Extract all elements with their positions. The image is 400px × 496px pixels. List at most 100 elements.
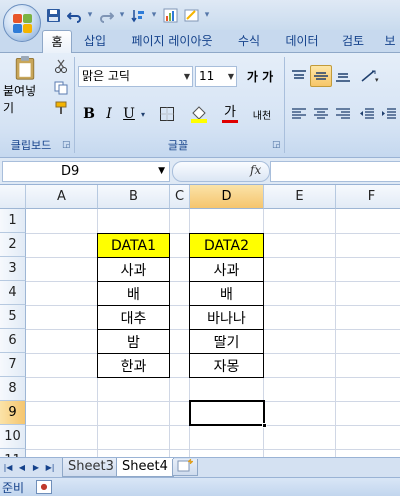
- align-left-button[interactable]: [288, 103, 310, 125]
- table-cell[interactable]: 사과: [97, 257, 170, 282]
- table-cell[interactable]: 배: [189, 281, 264, 306]
- table-header-cell[interactable]: DATA2: [189, 233, 264, 258]
- column-header-f[interactable]: F: [336, 185, 400, 209]
- cut-button[interactable]: [52, 57, 70, 75]
- fill-handle[interactable]: [262, 423, 267, 428]
- office-button[interactable]: [3, 4, 41, 42]
- copy-button[interactable]: [52, 79, 70, 97]
- table-cell[interactable]: 밤: [97, 329, 170, 354]
- paste-button[interactable]: 붙여넣기: [2, 55, 48, 117]
- clipboard-dialog-launcher-icon[interactable]: ◲: [62, 140, 71, 150]
- font-dialog-launcher-icon[interactable]: ◲: [272, 140, 281, 150]
- tab-view[interactable]: 보: [380, 30, 400, 53]
- paint-bucket-icon: [191, 106, 207, 123]
- tab-data[interactable]: 데이터: [280, 30, 324, 53]
- status-text: 준비: [2, 481, 25, 495]
- customize-toolbar-icon[interactable]: ▾: [203, 10, 211, 20]
- column-header-d[interactable]: D: [190, 185, 264, 209]
- table-cell[interactable]: 사과: [189, 257, 264, 282]
- text-orientation-button[interactable]: ▾: [356, 65, 386, 87]
- font-name-combo[interactable]: 맑은 고딕 ▼: [78, 66, 193, 87]
- font-color-button[interactable]: 가: [218, 103, 242, 125]
- name-box[interactable]: D9 ▼: [2, 161, 170, 182]
- table-cell[interactable]: 한과: [97, 353, 170, 378]
- align-center-icon: [314, 108, 328, 119]
- table-cell[interactable]: 딸기: [189, 329, 264, 354]
- row-header-1[interactable]: 1: [0, 209, 26, 233]
- grow-shrink-font-button[interactable]: 가 가: [240, 65, 280, 87]
- group-divider: [284, 57, 285, 153]
- row-header-7[interactable]: 7: [0, 353, 26, 377]
- row-header-8[interactable]: 8: [0, 377, 26, 401]
- undo-button[interactable]: [65, 6, 83, 24]
- row-header-2[interactable]: 2: [0, 233, 26, 257]
- save-button[interactable]: [44, 6, 62, 24]
- table-cell[interactable]: 대추: [97, 305, 170, 330]
- underline-button[interactable]: U: [120, 103, 138, 125]
- macro-record-icon[interactable]: ●: [36, 480, 52, 494]
- phonetic-guide-button[interactable]: 내천: [248, 103, 276, 125]
- row-header-3[interactable]: 3: [0, 257, 26, 281]
- align-middle-button[interactable]: [310, 65, 332, 87]
- bold-button[interactable]: B: [80, 103, 98, 125]
- tab-page-layout[interactable]: 페이지 레이아웃: [120, 30, 224, 53]
- last-sheet-icon[interactable]: ▶|: [44, 461, 56, 475]
- undo-dropdown-icon[interactable]: ▾: [86, 10, 94, 20]
- chart-button[interactable]: [161, 6, 179, 24]
- sheet-tab-sheet3[interactable]: Sheet3: [62, 458, 120, 477]
- format-painter-button[interactable]: [52, 99, 70, 117]
- align-left-icon: [292, 108, 306, 119]
- column-header-c[interactable]: C: [170, 185, 190, 209]
- row-header-10[interactable]: 10: [0, 425, 26, 449]
- italic-button[interactable]: I: [100, 103, 118, 125]
- chart-icon: [163, 8, 177, 22]
- tab-insert[interactable]: 삽입: [76, 30, 114, 53]
- sheet-tab-sheet4[interactable]: Sheet4: [116, 458, 174, 477]
- sort-icon: [130, 9, 144, 22]
- increase-indent-icon: [382, 108, 396, 119]
- borders-button[interactable]: [154, 103, 180, 125]
- column-header-b[interactable]: B: [98, 185, 170, 209]
- text-orientation-icon: ▾: [361, 70, 379, 83]
- row-header-6[interactable]: 6: [0, 329, 26, 353]
- tab-review[interactable]: 검토: [336, 30, 370, 53]
- decrease-indent-button[interactable]: [356, 103, 378, 125]
- next-sheet-icon[interactable]: ▶: [30, 461, 42, 475]
- column-header-a[interactable]: A: [26, 185, 98, 209]
- previous-sheet-icon[interactable]: ◀: [16, 461, 28, 475]
- tab-home[interactable]: 홈: [42, 30, 72, 54]
- table-cell[interactable]: 바나나: [189, 305, 264, 330]
- table-cell[interactable]: 자몽: [189, 353, 264, 378]
- sort-button[interactable]: [129, 6, 147, 24]
- first-sheet-icon[interactable]: |◀: [2, 461, 14, 475]
- svg-text:▾: ▾: [375, 76, 379, 83]
- table-header-cell[interactable]: DATA1: [97, 233, 170, 258]
- formula-input[interactable]: [270, 161, 400, 182]
- font-size-combo[interactable]: 11 ▼: [195, 66, 237, 87]
- sort-dropdown-icon[interactable]: ▾: [150, 10, 158, 20]
- increase-indent-button[interactable]: [378, 103, 400, 125]
- active-cell-d9[interactable]: [189, 400, 267, 428]
- align-right-button[interactable]: [332, 103, 354, 125]
- table-cell[interactable]: 배: [97, 281, 170, 306]
- row-header-5[interactable]: 5: [0, 305, 26, 329]
- row-header-9[interactable]: 9: [0, 401, 26, 425]
- row-header-4[interactable]: 4: [0, 281, 26, 305]
- align-center-button[interactable]: [310, 103, 332, 125]
- insert-function-button[interactable]: fx: [250, 163, 261, 177]
- chevron-down-icon: ▼: [158, 166, 165, 176]
- select-all-corner[interactable]: [0, 185, 26, 209]
- fill-color-button[interactable]: [186, 103, 212, 125]
- row-header-11[interactable]: 11: [0, 449, 26, 457]
- undo-arrow-icon: [66, 11, 81, 23]
- redo-dropdown-icon[interactable]: ▾: [118, 10, 126, 20]
- align-bottom-button[interactable]: [332, 65, 354, 87]
- column-header-e[interactable]: E: [264, 185, 336, 209]
- align-top-button[interactable]: [288, 65, 310, 87]
- form-button[interactable]: [182, 6, 200, 24]
- underline-dropdown-icon[interactable]: ▾: [138, 103, 148, 125]
- font-name-value: 맑은 고딕: [82, 69, 130, 83]
- tab-formulas[interactable]: 수식: [232, 30, 266, 53]
- insert-sheet-button[interactable]: [172, 459, 198, 476]
- redo-button[interactable]: [97, 6, 115, 24]
